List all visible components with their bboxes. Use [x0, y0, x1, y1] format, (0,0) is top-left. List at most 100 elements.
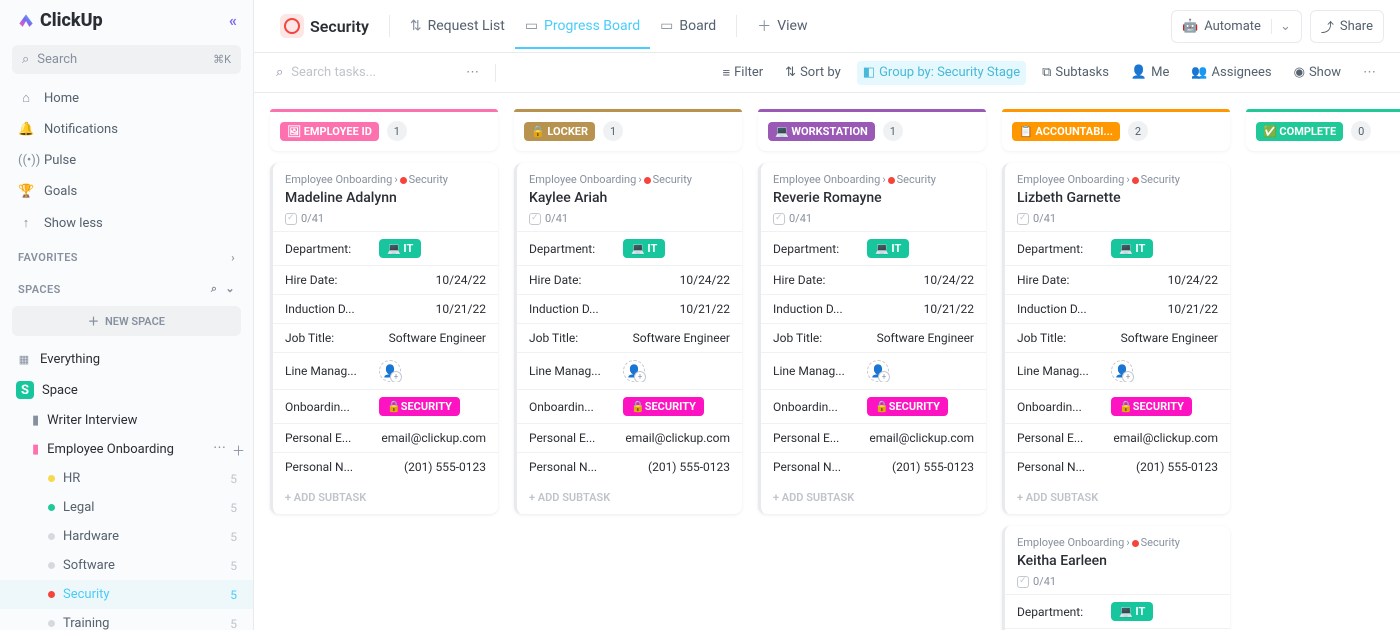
chevron-right-icon: ›: [231, 251, 235, 264]
list-training[interactable]: Training5: [0, 609, 253, 638]
plus-icon[interactable]: ＋: [232, 440, 245, 459]
view-tab-request-list[interactable]: ⇅Request List: [400, 12, 515, 40]
list-security[interactable]: Security5: [0, 580, 253, 609]
add-view-button[interactable]: ＋ View: [747, 10, 817, 42]
list-legal[interactable]: Legal5: [0, 493, 253, 522]
main: Security ⇅Request List▭Progress Board▭Bo…: [254, 0, 1400, 630]
filter-assignees[interactable]: 👥Assignees: [1185, 61, 1277, 85]
filter-icon: ⇅: [785, 65, 796, 80]
automate-button[interactable]: 🤖 Automate ⌄: [1171, 10, 1302, 43]
column-header[interactable]: 📋 ACCOUNTABI...2: [1002, 109, 1230, 151]
filter-subtasks[interactable]: ⧉Subtasks: [1036, 61, 1115, 85]
more-icon[interactable]: ⋯: [213, 440, 226, 459]
card-progress: 0/41: [773, 212, 974, 225]
column-header[interactable]: 🔒 LOCKER1: [514, 109, 742, 151]
nav-icon: ((•)): [18, 153, 34, 168]
card-breadcrumb: Employee Onboarding›Security: [529, 173, 730, 186]
checkbox-icon: [1017, 576, 1029, 588]
logo-text: ClickUp: [40, 10, 103, 31]
filterbar: ⌕ Search tasks... ⋯ ≡Filter ⇅Sort by ◧Grou…: [254, 53, 1400, 93]
task-card[interactable]: Employee Onboarding›Security Madeline Ad…: [270, 163, 498, 514]
list-software[interactable]: Software5: [0, 551, 253, 580]
column-header[interactable]: 🖼 EMPLOYEE ID1: [270, 109, 498, 151]
list-dot-icon: [48, 504, 55, 511]
task-card[interactable]: Employee Onboarding›Security Kaylee Aria…: [514, 163, 742, 514]
filter-show[interactable]: ◉Show: [1288, 61, 1347, 85]
folder-employee-onboarding[interactable]: ▮Employee Onboarding⋯＋: [0, 435, 253, 464]
list-hardware[interactable]: Hardware5: [0, 522, 253, 551]
department-badge: 💻 IT: [623, 239, 665, 258]
chevron-down-icon[interactable]: ⌄: [225, 282, 235, 296]
checkbox-icon: [285, 213, 297, 225]
task-card[interactable]: Employee Onboarding›Security Reverie Rom…: [758, 163, 986, 514]
add-subtask-button[interactable]: + ADD SUBTASK: [1005, 481, 1230, 514]
assign-manager-icon[interactable]: 👤: [623, 360, 645, 382]
column-header[interactable]: 💻 WORKSTATION1: [758, 109, 986, 151]
card-breadcrumb: Employee Onboarding›Security: [773, 173, 974, 186]
stage-badge: ✅ COMPLETE: [1256, 122, 1343, 141]
department-badge: 💻 IT: [379, 239, 421, 258]
checkbox-icon: [1017, 213, 1029, 225]
sidebar-search[interactable]: ⌕ Search ⌘K: [12, 45, 241, 74]
view-tab-progress-board[interactable]: ▭Progress Board: [515, 12, 650, 40]
filter-filter[interactable]: ≡Filter: [717, 61, 770, 85]
board-column: 📋 ACCOUNTABI...2 Employee Onboarding›Sec…: [1002, 109, 1230, 630]
checkbox-icon: [529, 213, 541, 225]
filter-group-by[interactable]: ◧Group by: Security Stage: [857, 61, 1026, 85]
tree-everything[interactable]: ▦ Everything: [0, 344, 253, 374]
assign-manager-icon[interactable]: 👤: [867, 360, 889, 382]
column-header[interactable]: ✅ COMPLETE0: [1246, 109, 1400, 151]
view-tab-board[interactable]: ▭Board: [650, 12, 726, 40]
space-icon: S: [16, 381, 34, 399]
folder-icon: ▮: [32, 442, 39, 457]
filter-me[interactable]: 👤Me: [1125, 61, 1175, 85]
stage-badge: 💻 WORKSTATION: [768, 122, 875, 141]
list-hr[interactable]: HR5: [0, 464, 253, 493]
favorites-header[interactable]: FAVORITES ›: [0, 239, 253, 270]
nav-show-less[interactable]: ↑Show less: [0, 207, 253, 239]
share-button[interactable]: ⤴ Share: [1310, 10, 1384, 43]
search-spaces-icon[interactable]: ⌕: [211, 282, 218, 296]
nav-goals[interactable]: 🏆Goals: [0, 176, 253, 207]
search-tasks-input[interactable]: ⌕ Search tasks...: [270, 59, 450, 86]
folder-icon: ▮: [32, 413, 39, 428]
filter-icon: 👥: [1191, 65, 1207, 80]
task-card[interactable]: Employee Onboarding›Security Lizbeth Gar…: [1002, 163, 1230, 514]
filter-icon: 👤: [1131, 65, 1147, 80]
filter-icon: ⧉: [1042, 65, 1051, 80]
folder-writer-interview[interactable]: ▮Writer Interview: [0, 406, 253, 435]
list-title[interactable]: Security: [270, 8, 379, 44]
task-card[interactable]: Employee Onboarding›Security Keitha Earl…: [1002, 526, 1230, 630]
card-breadcrumb: Employee Onboarding›Security: [1017, 536, 1218, 549]
nav-pulse[interactable]: ((•))Pulse: [0, 145, 253, 176]
collapse-sidebar-icon[interactable]: «: [229, 11, 237, 30]
board-columns: 🖼 EMPLOYEE ID1 Employee Onboarding›Secur…: [254, 93, 1400, 630]
chevron-down-icon[interactable]: ⌄: [1271, 19, 1291, 34]
more-icon[interactable]: ⋯: [458, 65, 487, 80]
card-title: Lizbeth Garnette: [1017, 190, 1218, 206]
filter-sort-by[interactable]: ⇅Sort by: [779, 61, 847, 85]
add-subtask-button[interactable]: + ADD SUBTASK: [273, 481, 498, 514]
assign-manager-icon[interactable]: 👤: [379, 360, 401, 382]
onboarding-badge: 🔒SECURITY: [867, 397, 948, 416]
tree-space[interactable]: S Space: [0, 374, 253, 406]
onboarding-badge: 🔒SECURITY: [1111, 397, 1192, 416]
list-dot-icon: [48, 591, 55, 598]
add-subtask-button[interactable]: + ADD SUBTASK: [761, 481, 986, 514]
logo[interactable]: ClickUp: [16, 10, 103, 31]
grid-icon: ▦: [16, 351, 32, 367]
nav-notifications[interactable]: 🔔Notifications: [0, 114, 253, 145]
onboarding-badge: 🔒SECURITY: [623, 397, 704, 416]
board-column: 🖼 EMPLOYEE ID1 Employee Onboarding›Secur…: [270, 109, 498, 514]
list-count: 5: [230, 559, 237, 573]
nav-home[interactable]: ⌂Home: [0, 82, 253, 114]
spaces-header[interactable]: SPACES ⌕ ⌄: [0, 270, 253, 302]
assign-manager-icon[interactable]: 👤: [1111, 360, 1133, 382]
new-space-button[interactable]: ＋ NEW SPACE: [12, 306, 241, 336]
view-more-icon[interactable]: ⋯: [1355, 65, 1384, 80]
department-badge: 💻 IT: [1111, 239, 1153, 258]
card-breadcrumb: Employee Onboarding›Security: [1017, 173, 1218, 186]
add-subtask-button[interactable]: + ADD SUBTASK: [517, 481, 742, 514]
onboarding-badge: 🔒SECURITY: [379, 397, 460, 416]
department-badge: 💻 IT: [867, 239, 909, 258]
